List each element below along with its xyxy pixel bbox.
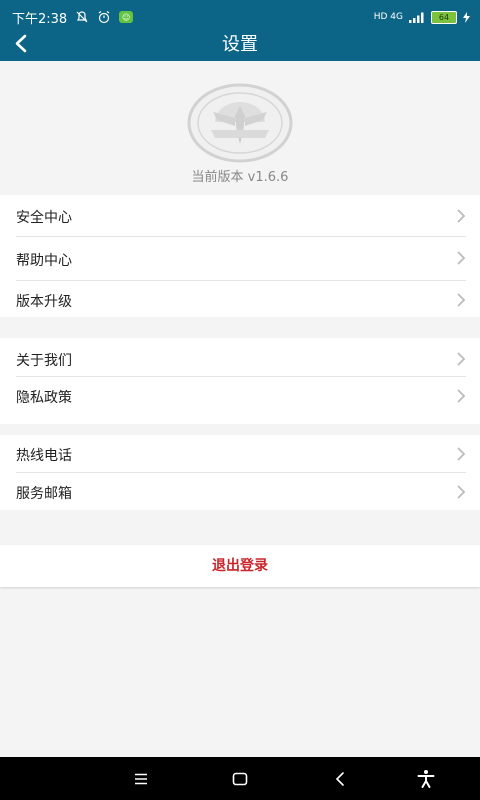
chevron-left-icon	[15, 34, 27, 53]
app-bar: 设置	[0, 34, 480, 61]
menu-item-hotline[interactable]: 热线电话	[0, 435, 480, 472]
system-nav-bar	[0, 757, 480, 800]
menu-icon[interactable]	[129, 767, 153, 791]
menu-item-label: 热线电话	[16, 448, 72, 464]
status-right: HD 4G 64	[374, 0, 470, 34]
chevron-right-icon	[457, 447, 466, 461]
menu-item-label: 安全中心	[16, 210, 72, 226]
logout-button[interactable]: 退出登录	[0, 545, 480, 587]
institution-logo	[187, 83, 293, 163]
network-type: HD 4G	[373, 12, 403, 22]
back-icon[interactable]	[329, 767, 353, 791]
status-time: 下午2:38	[12, 11, 68, 27]
wechat-notification-icon: ☺	[119, 11, 134, 23]
menu-item-label: 隐私政策	[16, 390, 72, 406]
chevron-right-icon	[457, 209, 466, 223]
chevron-right-icon	[457, 352, 466, 366]
menu-item-label: 服务邮箱	[16, 486, 72, 502]
accessibility-icon[interactable]	[414, 767, 438, 791]
notification-mute-icon	[76, 11, 88, 23]
menu-item-label: 帮助中心	[16, 253, 72, 269]
chevron-right-icon	[457, 389, 466, 403]
settings-group-2: 关于我们 隐私政策	[0, 338, 480, 424]
signal-icon	[409, 12, 424, 23]
chevron-right-icon	[457, 251, 466, 265]
menu-item-service-email[interactable]: 服务邮箱	[0, 473, 480, 510]
settings-group-3: 热线电话 服务邮箱	[0, 435, 480, 510]
alarm-icon	[98, 11, 110, 24]
home-square-icon[interactable]	[228, 767, 252, 791]
status-bar: 下午2:38 ☺ HD 4G 64	[0, 0, 480, 34]
battery-indicator: 64	[431, 10, 457, 24]
charging-icon	[463, 11, 470, 23]
menu-item-help-center[interactable]: 帮助中心	[0, 237, 480, 280]
status-left: 下午2:38 ☺	[12, 0, 134, 34]
page-title: 设置	[222, 34, 258, 55]
back-button[interactable]	[10, 34, 34, 58]
menu-item-privacy-policy[interactable]: 隐私政策	[0, 377, 480, 424]
settings-group-1: 安全中心 帮助中心 版本升级	[0, 195, 480, 317]
menu-item-about-us[interactable]: 关于我们	[0, 338, 480, 376]
menu-item-label: 版本升级	[16, 294, 72, 310]
logout-label: 退出登录	[212, 558, 268, 574]
chevron-right-icon	[457, 485, 466, 499]
menu-item-version-upgrade[interactable]: 版本升级	[0, 281, 480, 317]
app-version: 当前版本 v1.6.6	[191, 170, 289, 185]
chevron-right-icon	[457, 293, 466, 307]
menu-item-security-center[interactable]: 安全中心	[0, 195, 480, 237]
menu-item-label: 关于我们	[16, 353, 72, 369]
